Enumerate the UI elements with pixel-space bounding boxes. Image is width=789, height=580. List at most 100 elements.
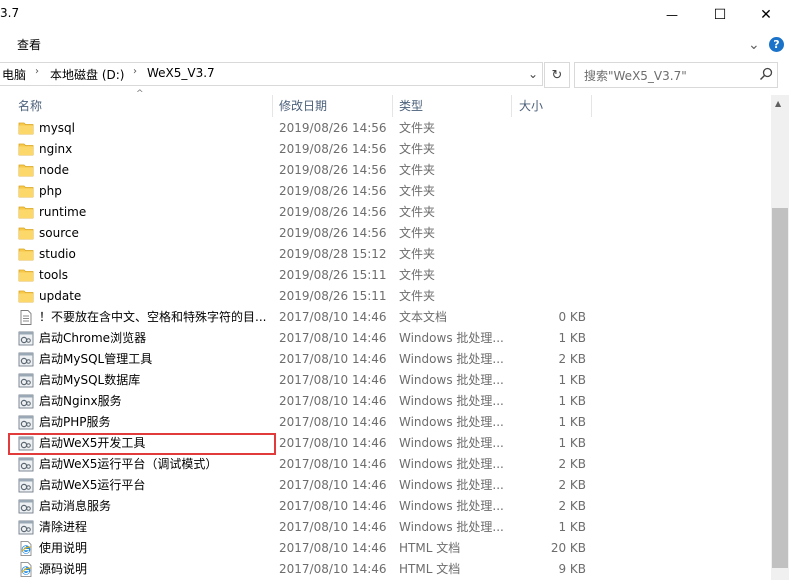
- file-name: 启动MySQL管理工具: [39, 352, 153, 366]
- file-size: 1 KB: [558, 331, 586, 345]
- file-date: 2017/08/10 14:46: [279, 457, 387, 471]
- breadcrumb-separator[interactable]: ›: [133, 66, 137, 77]
- file-size: 1 KB: [558, 436, 586, 450]
- file-row[interactable]: php 2019/08/26 14:56 文件夹: [0, 181, 771, 202]
- file-row[interactable]: 启动PHP服务 2017/08/10 14:46 Windows 批处理... 1 K…: [0, 412, 771, 433]
- file-size: 1 KB: [558, 415, 586, 429]
- file-size: [516, 202, 586, 223]
- file-row[interactable]: ！不要放在含中文、空格和特殊字符的目... 2017/08/10 14:46 文本文…: [0, 307, 771, 328]
- column-divider[interactable]: [272, 95, 273, 117]
- file-date: 2019/08/26 14:56: [279, 226, 387, 240]
- help-icon[interactable]: ?: [769, 37, 784, 52]
- minimize-button[interactable]: —: [649, 0, 695, 30]
- folder-icon: [18, 247, 34, 262]
- file-row[interactable]: mysql 2019/08/26 14:56 文件夹: [0, 118, 771, 139]
- column-divider[interactable]: [591, 95, 592, 117]
- column-divider[interactable]: [392, 95, 393, 117]
- file-type: 文件夹: [399, 268, 436, 282]
- file-size: 1 KB: [558, 373, 586, 387]
- breadcrumb-folder[interactable]: WeX5_V3.7: [147, 66, 215, 80]
- file-name: node: [39, 163, 69, 177]
- file-row[interactable]: tools 2019/08/26 15:11 文件夹: [0, 265, 771, 286]
- batch-file-icon: [18, 415, 34, 430]
- file-row[interactable]: 启动Nginx服务 2017/08/10 14:46 Windows 批处理... 1…: [0, 391, 771, 412]
- file-row[interactable]: 源码说明 2017/08/10 14:46 HTML 文档 9 KB: [0, 559, 771, 580]
- search-icon[interactable]: [759, 67, 773, 81]
- refresh-button[interactable]: ↻: [544, 62, 570, 88]
- breadcrumb-drive[interactable]: 本地磁盘 (D:): [50, 66, 124, 83]
- file-name: 启动MySQL数据库: [39, 373, 141, 387]
- file-name: source: [39, 226, 79, 240]
- breadcrumb-separator[interactable]: ›: [35, 66, 39, 77]
- file-name: studio: [39, 247, 76, 261]
- ribbon: 查看: [0, 30, 789, 58]
- html-file-icon: [18, 541, 34, 556]
- file-row[interactable]: update 2019/08/26 15:11 文件夹: [0, 286, 771, 307]
- column-date[interactable]: 修改日期: [279, 95, 327, 117]
- file-date: 2017/08/10 14:46: [279, 541, 387, 555]
- file-row[interactable]: 启动消息服务 2017/08/10 14:46 Windows 批处理... 2 KB: [0, 496, 771, 517]
- column-type[interactable]: 类型: [399, 95, 423, 117]
- column-divider[interactable]: [511, 95, 512, 117]
- batch-file-icon: [18, 331, 34, 346]
- file-type: HTML 文档: [399, 541, 461, 555]
- file-type: Windows 批处理...: [399, 478, 504, 492]
- batch-file-icon: [18, 352, 34, 367]
- file-type: 文件夹: [399, 226, 436, 240]
- file-row[interactable]: 启动WeX5运行平台（调试模式） 2017/08/10 14:46 Windows …: [0, 454, 771, 475]
- file-date: 2017/08/10 14:46: [279, 310, 387, 324]
- file-type: Windows 批处理...: [399, 436, 504, 450]
- column-size[interactable]: 大小: [519, 95, 543, 117]
- title-bar: 3.7 — ☐ ✕: [0, 0, 789, 30]
- batch-file-icon: [18, 520, 34, 535]
- file-name: 启动WeX5运行平台: [39, 478, 146, 492]
- file-row[interactable]: 使用说明 2017/08/10 14:46 HTML 文档 20 KB: [0, 538, 771, 559]
- scroll-up-icon[interactable]: ▲: [775, 99, 781, 108]
- file-row[interactable]: runtime 2019/08/26 14:56 文件夹: [0, 202, 771, 223]
- search-input[interactable]: 搜索"WeX5_V3.7": [574, 62, 778, 88]
- file-type: Windows 批处理...: [399, 457, 504, 471]
- file-row[interactable]: 启动MySQL管理工具 2017/08/10 14:46 Windows 批处理..…: [0, 349, 771, 370]
- close-button[interactable]: ✕: [743, 0, 789, 30]
- address-dropdown-button[interactable]: ⌄: [523, 63, 543, 85]
- file-row[interactable]: node 2019/08/26 14:56 文件夹: [0, 160, 771, 181]
- file-size: [516, 223, 586, 244]
- file-date: 2019/08/28 15:12: [279, 247, 387, 261]
- maximize-button[interactable]: ☐: [697, 0, 743, 30]
- file-size: 2 KB: [558, 352, 586, 366]
- file-row[interactable]: 启动MySQL数据库 2017/08/10 14:46 Windows 批处理...…: [0, 370, 771, 391]
- file-name: php: [39, 184, 62, 198]
- file-row[interactable]: 清除进程 2017/08/10 14:46 Windows 批处理... 1 KB: [0, 517, 771, 538]
- file-date: 2019/08/26 14:56: [279, 184, 387, 198]
- file-date: 2017/08/10 14:46: [279, 352, 387, 366]
- file-date: 2017/08/10 14:46: [279, 373, 387, 387]
- highlight-box: [8, 433, 276, 455]
- folder-icon: [18, 142, 34, 157]
- file-date: 2017/08/10 14:46: [279, 520, 387, 534]
- file-name: runtime: [39, 205, 87, 219]
- file-type: Windows 批处理...: [399, 415, 504, 429]
- file-row[interactable]: source 2019/08/26 14:56 文件夹: [0, 223, 771, 244]
- breadcrumb-computer[interactable]: 电脑: [2, 66, 26, 83]
- address-bar[interactable]: 电脑 › 本地磁盘 (D:) › WeX5_V3.7: [0, 62, 543, 86]
- file-type: 文件夹: [399, 142, 436, 156]
- scrollbar-thumb[interactable]: [772, 208, 788, 568]
- batch-file-icon: [18, 394, 34, 409]
- file-type: Windows 批处理...: [399, 520, 504, 534]
- folder-icon: [18, 184, 34, 199]
- file-size: [516, 286, 586, 307]
- search-placeholder: 搜索"WeX5_V3.7": [584, 69, 687, 83]
- file-size: [516, 139, 586, 160]
- file-type: Windows 批处理...: [399, 499, 504, 513]
- file-name: 启动Nginx服务: [39, 394, 122, 408]
- file-row[interactable]: nginx 2019/08/26 14:56 文件夹: [0, 139, 771, 160]
- column-name[interactable]: 名称: [18, 95, 42, 117]
- chevron-down-icon[interactable]: ⌄: [748, 37, 760, 53]
- file-size: [516, 118, 586, 139]
- file-row[interactable]: 启动WeX5运行平台 2017/08/10 14:46 Windows 批处理...…: [0, 475, 771, 496]
- file-row[interactable]: 启动Chrome浏览器 2017/08/10 14:46 Windows 批处理..…: [0, 328, 771, 349]
- tab-view[interactable]: 查看: [17, 36, 41, 53]
- file-date: 2019/08/26 14:56: [279, 205, 387, 219]
- file-date: 2019/08/26 15:11: [279, 268, 387, 282]
- file-row[interactable]: studio 2019/08/28 15:12 文件夹: [0, 244, 771, 265]
